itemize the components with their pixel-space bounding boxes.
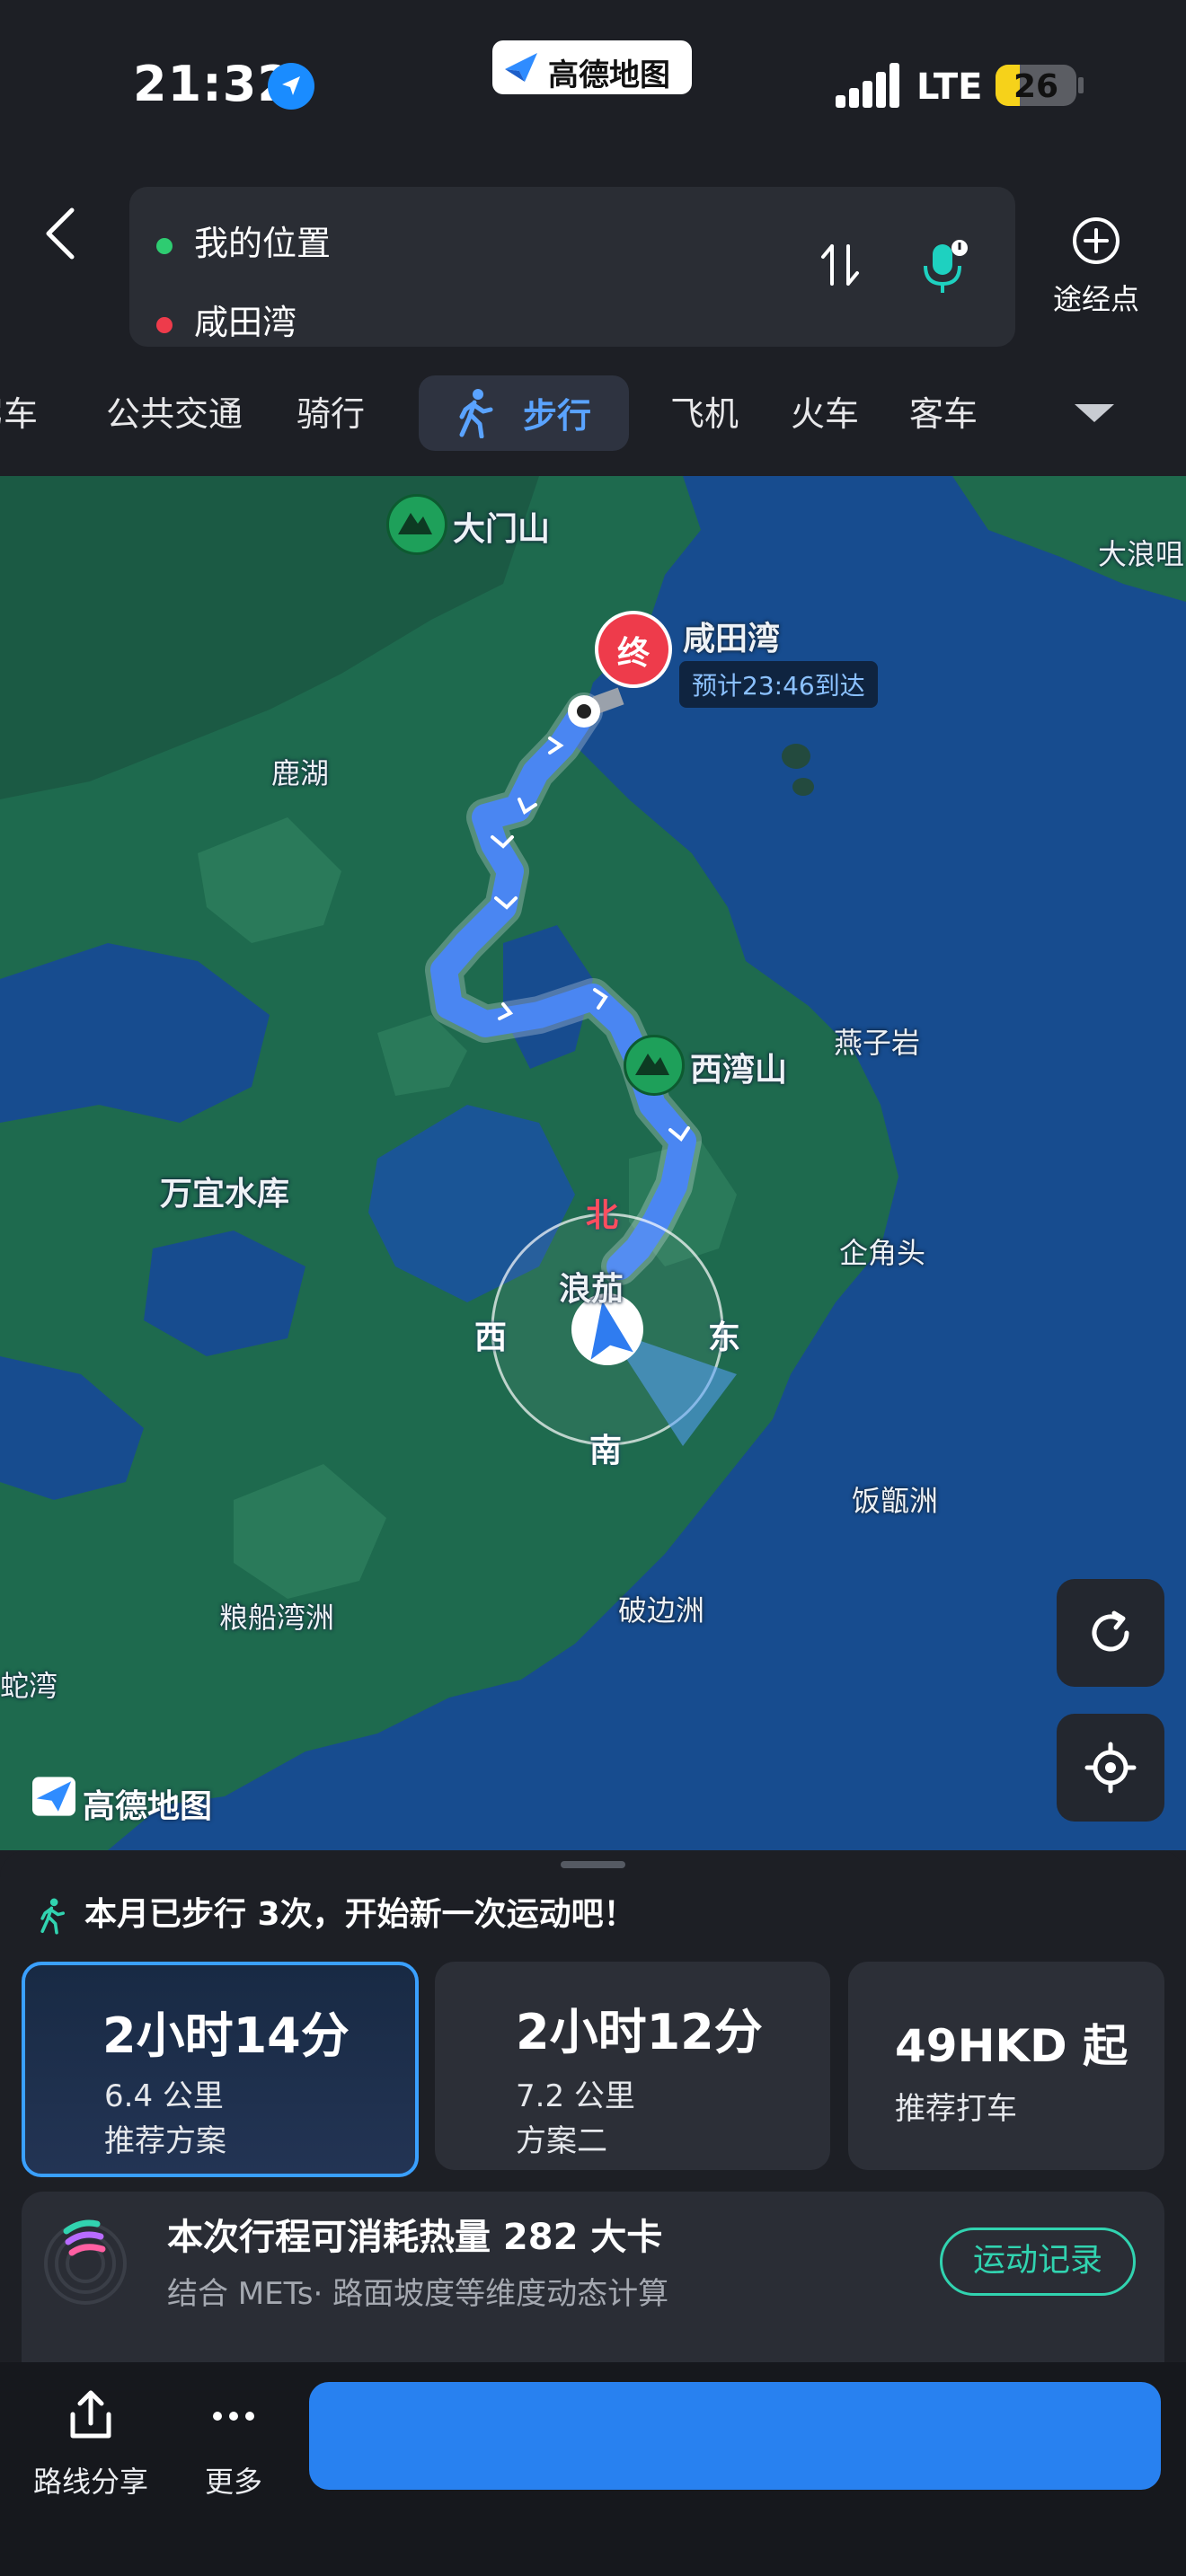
plan-label: 推荐方案 bbox=[104, 2123, 226, 2159]
destination-field[interactable]: 咸田湾 bbox=[156, 295, 296, 344]
brand-badge: 高德地图 bbox=[492, 40, 692, 94]
waypoint-label: 途经点 bbox=[1052, 282, 1139, 316]
route-header: 我的位置 咸田湾 途经点 bbox=[0, 171, 1186, 359]
refresh-button[interactable] bbox=[1057, 1579, 1164, 1687]
map-label-luhu[interactable]: 鹿湖 bbox=[271, 751, 329, 792]
map-label-xiwanshan[interactable]: 西湾山 bbox=[690, 1044, 787, 1090]
tab-cycle[interactable]: 骑行 bbox=[296, 386, 365, 436]
compass-south: 南 bbox=[589, 1433, 623, 1469]
network-type: LTE bbox=[916, 66, 983, 108]
walk-tip: 本月已步行 3次，开始新一次运动吧！ bbox=[36, 1888, 636, 1936]
battery-level: 26 bbox=[1013, 68, 1059, 105]
battery-icon: 26 bbox=[996, 65, 1076, 106]
plan-distance: 7.2 公里 bbox=[516, 2078, 635, 2114]
calorie-subtitle: 结合 METs· 路面坡度等维度动态计算 bbox=[167, 2276, 669, 2312]
map-terrain bbox=[0, 476, 1186, 1850]
plan-card-recommended[interactable]: 2小时14分 6.4 公里 推荐方案 bbox=[22, 1962, 419, 2177]
travel-mode-tabs: 驾车 公共交通 骑行 步行 飞机 火车 客车 bbox=[0, 359, 1186, 476]
calorie-card: 本次行程可消耗热量 282 大卡 结合 METs· 路面坡度等维度动态计算 运动… bbox=[22, 2192, 1164, 2362]
calorie-title: 本次行程可消耗热量 282 大卡 bbox=[167, 2217, 663, 2258]
brand-name: 高德地图 bbox=[548, 57, 670, 93]
compass-north: 北 bbox=[586, 1197, 619, 1234]
back-button[interactable] bbox=[32, 198, 95, 269]
caret-down-icon bbox=[1075, 404, 1114, 422]
location-arrow-icon bbox=[268, 63, 314, 110]
map-watermark-text: 高德地图 bbox=[83, 1788, 213, 1825]
map-label-shewan[interactable]: 蛇湾 bbox=[0, 1663, 58, 1705]
plan-card-alternative[interactable]: 2小时12分 7.2 公里 方案二 bbox=[435, 1962, 830, 2170]
origin-dot bbox=[156, 237, 173, 254]
voice-input-button[interactable] bbox=[907, 230, 979, 302]
route-input-box: 我的位置 咸田湾 bbox=[129, 187, 1015, 347]
mountain-icon bbox=[386, 494, 447, 555]
microphone-icon bbox=[924, 240, 968, 293]
map-watermark: 高德地图 bbox=[32, 1777, 212, 1825]
taxi-price: 49HKD 起 bbox=[895, 2020, 1128, 2072]
origin-text: 我的位置 bbox=[194, 224, 332, 263]
plan-label: 方案二 bbox=[516, 2123, 607, 2159]
route-panel: 本月已步行 3次，开始新一次运动吧！ 2小时14分 6.4 公里 推荐方案 2小… bbox=[0, 1850, 1186, 2362]
destination-dot bbox=[156, 316, 173, 333]
swap-icon bbox=[821, 244, 859, 286]
map-label-qijiaotou[interactable]: 企角头 bbox=[839, 1231, 925, 1272]
mountain-icon bbox=[624, 1035, 685, 1096]
more-modes-button[interactable] bbox=[1071, 399, 1118, 429]
drag-handle[interactable] bbox=[561, 1861, 625, 1868]
calorie-ring-icon bbox=[44, 2219, 127, 2305]
share-icon bbox=[70, 2390, 111, 2439]
more-label: 更多 bbox=[204, 2465, 262, 2499]
tab-flight[interactable]: 飞机 bbox=[670, 386, 739, 436]
map-view[interactable]: 大门山 大浪咀 终 咸田湾 预计23:46到达 鹿湖 燕子岩 西湾山 万宜水库 … bbox=[0, 476, 1186, 1850]
refresh-icon bbox=[1092, 1610, 1129, 1652]
amap-logo-icon bbox=[505, 53, 537, 82]
origin-field[interactable]: 我的位置 bbox=[156, 216, 331, 265]
chevron-left-icon bbox=[46, 207, 75, 260]
compass-east: 东 bbox=[708, 1319, 741, 1356]
start-navigation-button[interactable] bbox=[309, 2382, 1161, 2490]
destination-text: 咸田湾 bbox=[194, 303, 297, 342]
tab-transit[interactable]: 公共交通 bbox=[106, 386, 243, 436]
plus-circle-icon bbox=[1073, 217, 1120, 264]
activity-record-button[interactable]: 运动记录 bbox=[940, 2228, 1136, 2296]
tab-coach[interactable]: 客车 bbox=[909, 386, 978, 436]
taxi-card[interactable]: 49HKD 起 推荐打车 bbox=[848, 1962, 1164, 2170]
destination-marker[interactable]: 终 bbox=[595, 611, 672, 688]
walking-person-icon bbox=[40, 1898, 66, 1935]
map-label-pobianzhou[interactable]: 破边洲 bbox=[618, 1588, 704, 1629]
tab-walk[interactable]: 步行 bbox=[419, 375, 629, 451]
status-bar: 21:32 高德地图 LTE 26 bbox=[0, 0, 1186, 171]
tab-walk-label: 步行 bbox=[523, 396, 592, 436]
signal-icon bbox=[836, 63, 899, 108]
taxi-label: 推荐打车 bbox=[895, 2091, 1017, 2127]
map-label-liangchuanwanzhou[interactable]: 粮船湾洲 bbox=[219, 1595, 334, 1636]
more-button[interactable]: 更多 bbox=[189, 2387, 279, 2501]
end-marker-label: 终 bbox=[616, 635, 650, 672]
locate-me-button[interactable] bbox=[1057, 1714, 1164, 1822]
walk-tip-text: 本月已步行 3次，开始新一次运动吧！ bbox=[84, 1896, 636, 1933]
map-label-damenshan[interactable]: 大门山 bbox=[453, 503, 550, 550]
compass-west: 西 bbox=[474, 1319, 508, 1356]
bottom-action-bar: 路线分享 更多 bbox=[0, 2362, 1186, 2576]
add-waypoint-button[interactable]: 途经点 bbox=[1033, 214, 1159, 318]
more-dots-icon bbox=[213, 2412, 254, 2421]
share-route-label: 路线分享 bbox=[32, 2465, 148, 2499]
crosshair-icon bbox=[1084, 1742, 1137, 1794]
swap-button[interactable] bbox=[809, 234, 872, 296]
battery-cap bbox=[1078, 77, 1084, 93]
share-route-button[interactable]: 路线分享 bbox=[31, 2387, 151, 2501]
map-label-fanzengzhou[interactable]: 饭甑洲 bbox=[852, 1478, 938, 1520]
tab-drive[interactable]: 驾车 bbox=[0, 386, 38, 436]
eta-badge: 预计23:46到达 bbox=[679, 661, 878, 708]
map-label-xiantianwan[interactable]: 咸田湾 bbox=[683, 613, 780, 659]
map-label-langjia[interactable]: 浪茄 bbox=[559, 1263, 624, 1310]
map-label-wanyi-reservoir[interactable]: 万宜水库 bbox=[160, 1168, 289, 1214]
tab-train[interactable]: 火车 bbox=[791, 386, 859, 436]
plan-distance: 6.4 公里 bbox=[104, 2078, 224, 2114]
amap-logo-icon bbox=[32, 1777, 75, 1816]
map-label-dalangzui[interactable]: 大浪咀 bbox=[1098, 532, 1184, 573]
walking-person-icon bbox=[459, 389, 493, 438]
plan-duration: 2小时14分 bbox=[102, 2007, 350, 2064]
plan-duration: 2小时12分 bbox=[516, 2004, 763, 2060]
map-label-yanziyan[interactable]: 燕子岩 bbox=[834, 1020, 920, 1062]
